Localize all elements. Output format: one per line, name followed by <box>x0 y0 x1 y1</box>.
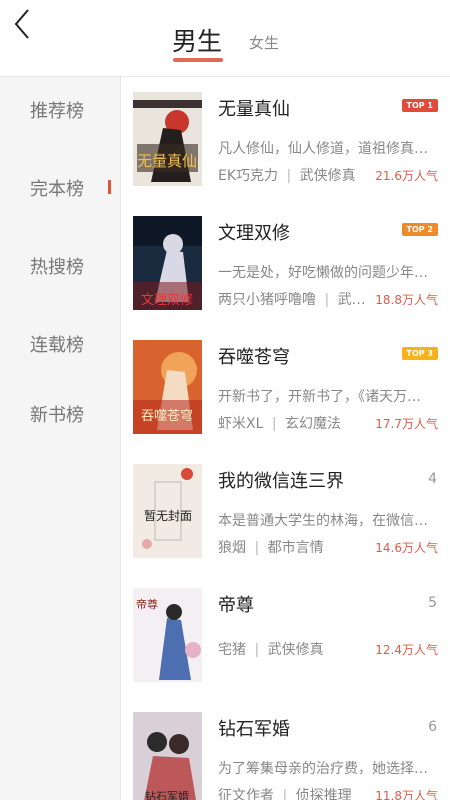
rank-badge: TOP 1 <box>401 99 438 112</box>
cover-title: 帝尊 <box>136 597 158 611</box>
rank-number: 4 <box>428 471 437 487</box>
book-item[interactable]: 暂无封面 我的微信连三界 4 本是普通大学生的林海，在微信… 狼烟 | 都市言情… <box>121 461 450 585</box>
tab-male[interactable]: 男生 <box>172 22 222 58</box>
book-title: 文理双修 <box>218 223 290 244</box>
top-bar: 男生 女生 <box>0 0 450 77</box>
book-item[interactable]: 文理双修 文理双修 TOP 2 一无是处，好吃懒做的问题少年… 两只小猪呼噜噜 … <box>121 213 450 337</box>
book-item[interactable]: 无量真仙 无量真仙 TOP 1 凡人修仙，仙人修道，道祖修真… EK巧克力 | … <box>121 89 450 213</box>
book-author-category: 两只小猪呼噜噜 | 武… <box>218 289 378 309</box>
rank-number: 5 <box>428 595 437 611</box>
book-title: 我的微信连三界 <box>218 471 344 492</box>
book-list: 无量真仙 无量真仙 TOP 1 凡人修仙，仙人修道，道祖修真… EK巧克力 | … <box>121 77 450 800</box>
popularity-count: 14.6万人气 <box>375 541 438 555</box>
tab-female[interactable]: 女生 <box>249 32 279 53</box>
book-item[interactable]: 钻石军婚 钻石军婚 6 为了筹集母亲的治疗费，她选择… 征文作者 | 侦探推理 … <box>121 709 450 800</box>
rank-badge: TOP 2 <box>401 223 438 236</box>
book-item[interactable]: 帝尊 帝尊 5 宅猪 | 武侠修真 12.4万人气 <box>121 585 450 709</box>
cover-title: 无量真仙 <box>137 152 197 170</box>
cover-title: 钻石军婚 <box>145 789 189 800</box>
meta-separator: | <box>286 168 292 184</box>
book-author: 宅猪 <box>218 642 246 658</box>
meta-separator: | <box>282 788 288 800</box>
book-description: 为了筹集母亲的治疗费，她选择… <box>218 761 428 777</box>
book-author-category: 宅猪 | 武侠修真 <box>218 639 378 659</box>
book-cover: 无量真仙 <box>133 92 202 186</box>
popularity-count: 21.6万人气 <box>375 169 438 183</box>
book-title: 无量真仙 <box>218 99 290 120</box>
book-description: 开新书了，开新书了，《诸天万… <box>218 389 421 405</box>
sidebar-item-hot-search[interactable]: 热搜榜 <box>30 253 84 279</box>
rank-badge: TOP 3 <box>401 347 438 360</box>
book-cover: 吞噬苍穹 <box>133 340 202 434</box>
active-tab-indicator <box>173 58 223 62</box>
cover-title: 文理双修 <box>141 293 193 308</box>
meta-separator: | <box>254 540 260 556</box>
sidebar-item-serializing[interactable]: 连载榜 <box>30 331 84 357</box>
meta-separator: | <box>254 642 260 658</box>
ranking-sidebar: 推荐榜 完本榜 热搜榜 连载榜 新书榜 <box>0 77 121 800</box>
sidebar-item-new-books[interactable]: 新书榜 <box>30 401 84 427</box>
book-author-category: 狼烟 | 都市言情 <box>218 537 378 557</box>
book-author-category: 虾米XL | 玄幻魔法 <box>218 413 378 433</box>
meta-separator: | <box>324 292 330 308</box>
book-cover: 钻石军婚 <box>133 712 202 800</box>
book-description: 凡人修仙，仙人修道，道祖修真… <box>218 141 428 157</box>
book-author: 虾米XL <box>218 416 264 432</box>
cover-title: 吞噬苍穹 <box>141 408 193 424</box>
book-cover: 帝尊 <box>133 588 202 682</box>
active-sidebar-marker <box>108 180 111 194</box>
book-description: 本是普通大学生的林海，在微信… <box>218 513 428 529</box>
popularity-count: 18.8万人气 <box>375 293 438 307</box>
book-author: 征文作者 <box>218 788 274 800</box>
book-author: EK巧克力 <box>218 168 279 184</box>
book-cover: 暂无封面 <box>133 464 202 558</box>
popularity-count: 12.4万人气 <box>375 643 438 657</box>
rank-number: 6 <box>428 719 437 735</box>
book-category: 玄幻魔法 <box>285 416 342 432</box>
sidebar-item-completed[interactable]: 完本榜 <box>30 175 84 201</box>
book-item[interactable]: 吞噬苍穹 吞噬苍穹 TOP 3 开新书了，开新书了，《诸天万… 虾米XL | 玄… <box>121 337 450 461</box>
cover-title: 暂无封面 <box>144 509 192 523</box>
book-author: 狼烟 <box>218 540 246 556</box>
book-category: 侦探推理 <box>295 788 352 800</box>
book-title: 吞噬苍穹 <box>218 347 290 368</box>
meta-separator: | <box>271 416 277 432</box>
book-category: 都市言情 <box>267 540 324 556</box>
chevron-left-icon[interactable] <box>10 8 40 40</box>
book-title: 钻石军婚 <box>218 719 290 740</box>
book-description: 一无是处，好吃懒做的问题少年… <box>218 265 428 281</box>
book-category: 武侠修真 <box>267 642 324 658</box>
book-author-category: EK巧克力 | 武侠修真 <box>218 165 378 185</box>
book-category: 武… <box>337 292 366 308</box>
popularity-count: 17.7万人气 <box>375 417 438 431</box>
book-author-category: 征文作者 | 侦探推理 <box>218 785 378 800</box>
book-title: 帝尊 <box>218 595 254 616</box>
book-category: 武侠修真 <box>299 168 356 184</box>
book-author: 两只小猪呼噜噜 <box>218 292 316 308</box>
sidebar-item-recommend[interactable]: 推荐榜 <box>30 97 84 123</box>
book-cover: 文理双修 <box>133 216 202 310</box>
popularity-count: 11.8万人气 <box>375 789 438 800</box>
